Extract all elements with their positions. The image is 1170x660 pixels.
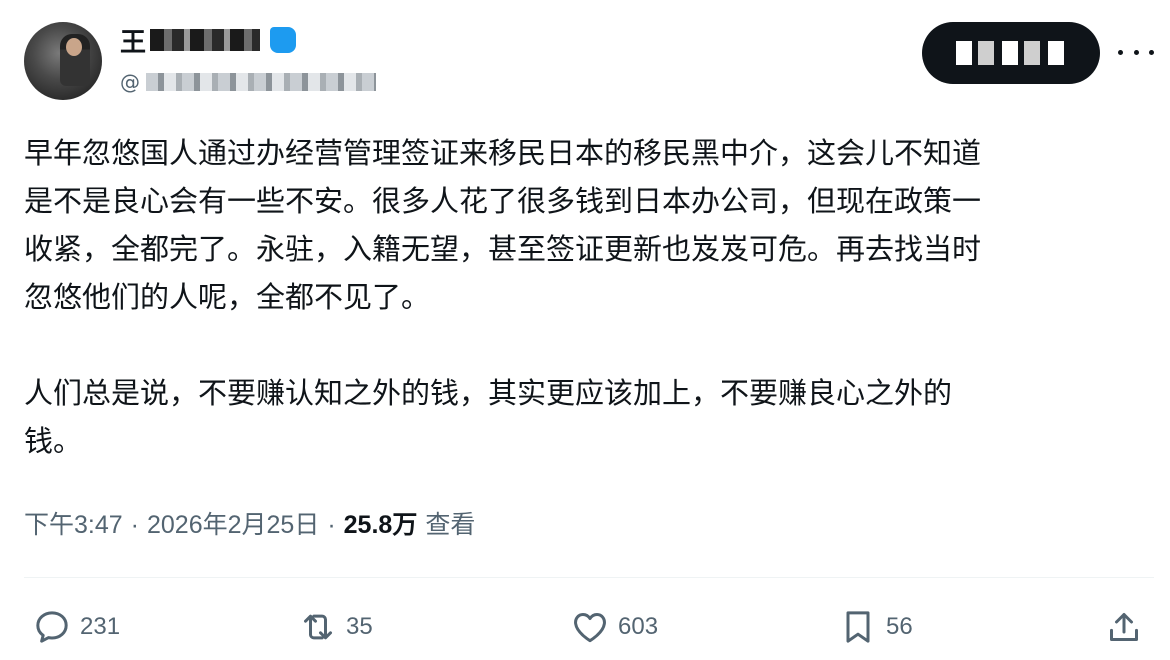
author-name-redacted — [150, 29, 261, 51]
more-dot — [1118, 49, 1123, 55]
avatar-face — [66, 38, 82, 56]
more-icon[interactable] — [1118, 40, 1154, 64]
post-paragraph-1: 早年忽悠国人通过办经营管理签证来移民日本的移民黑中介，这会儿不知道 是不是良心会… — [24, 138, 982, 314]
post-date[interactable]: 2026年2月25日 — [147, 505, 319, 541]
meta-separator: · — [130, 511, 139, 539]
bookmark-button[interactable]: 56 — [838, 605, 913, 649]
bookmark-count: 56 — [886, 613, 913, 640]
meta-separator: · — [327, 511, 336, 539]
author-handle-at: @ — [120, 70, 140, 94]
reply-count: 231 — [80, 613, 121, 640]
views-label: 查看 — [425, 511, 476, 539]
like-button[interactable]: 603 — [570, 605, 658, 649]
author-name[interactable]: 王 — [120, 22, 146, 59]
post-paragraph-2: 人们总是说，不要赚认知之外的钱，其实更应该加上，不要赚良心之外的 钱。 — [24, 378, 953, 458]
like-count: 603 — [618, 613, 659, 640]
verified-icon — [270, 27, 297, 53]
author-name-row[interactable]: 王 — [120, 22, 297, 59]
more-dot — [1149, 49, 1154, 55]
more-dot — [1133, 49, 1139, 55]
reply-icon — [36, 611, 68, 643]
retweet-icon — [304, 614, 332, 640]
post-time[interactable]: 下午3:47 — [24, 505, 123, 541]
like-icon — [574, 613, 606, 643]
repost-count: 35 — [346, 613, 373, 640]
author-handle-row[interactable]: @ — [120, 70, 376, 94]
avatar[interactable] — [24, 22, 102, 100]
post-meta: 下午3:47 · 2026年2月25日 · 25.8万 查看 — [24, 505, 475, 541]
bookmark-icon — [846, 611, 870, 643]
share-icon[interactable] — [1104, 607, 1144, 647]
reply-button[interactable]: 231 — [32, 605, 120, 649]
views-count[interactable]: 25.8万 — [344, 505, 418, 541]
follow-button[interactable] — [922, 22, 1100, 84]
follow-button-label-redacted — [956, 41, 1066, 65]
repost-button[interactable]: 35 — [298, 605, 373, 649]
author-handle-redacted — [146, 73, 376, 91]
divider — [24, 577, 1154, 578]
